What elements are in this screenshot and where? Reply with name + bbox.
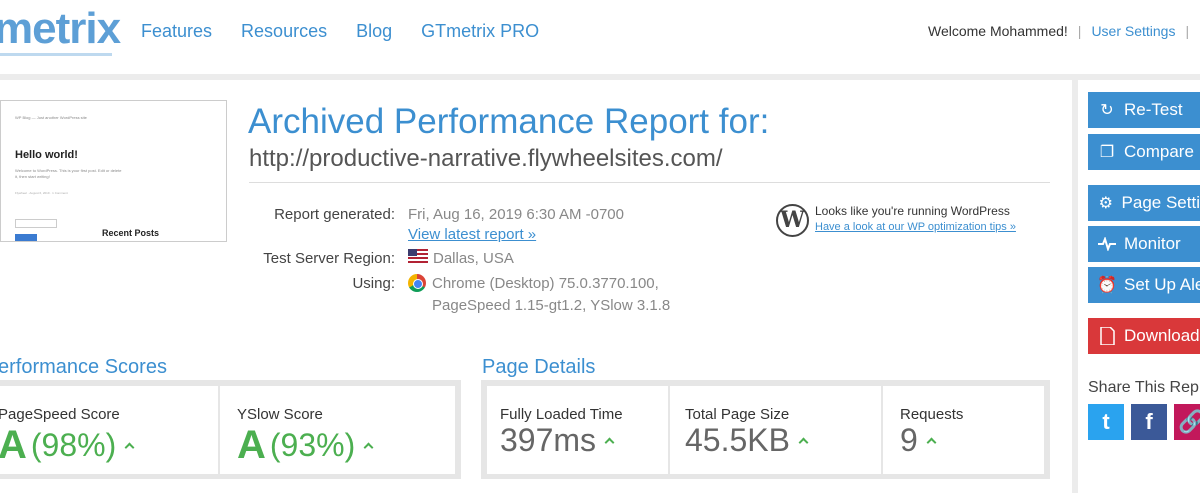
separator: | (1077, 23, 1082, 39)
requests-card[interactable]: Requests 9 (883, 386, 1044, 474)
share-report-title: Share This Rep (1088, 379, 1199, 396)
compare-button[interactable]: ❐ Compare (1088, 134, 1200, 170)
yslow-score-card[interactable]: YSlow Score A (93%) (220, 386, 455, 474)
wp-optimization-tips-link[interactable]: Have a look at our WP optimization tips … (815, 221, 1016, 233)
thumb-post-body: Welcome to WordPress. This is your first… (15, 168, 122, 179)
gtmetrix-logo[interactable]: metrix (0, 4, 121, 54)
nav-features[interactable]: Features (141, 21, 212, 42)
pagespeed-score-value: A (98%) (0, 423, 135, 468)
pagespeed-score-label: PageSpeed Score (0, 406, 120, 423)
caret-up-icon (926, 437, 937, 448)
total-page-size-value: 45.5KB (685, 422, 809, 459)
retest-button[interactable]: ↻ Re-Test (1088, 92, 1200, 128)
using-label: Using: (352, 275, 395, 292)
alarm-clock-icon: ⏰ (1097, 277, 1117, 294)
caret-up-icon (124, 442, 135, 453)
facebook-icon: f (1145, 409, 1153, 434)
main-nav: Features Resources Blog GTmetrix PRO (141, 21, 568, 42)
yslow-score-label: YSlow Score (237, 406, 323, 423)
generated-value: Fri, Aug 16, 2019 6:30 AM -0700 (408, 206, 624, 223)
welcome-text: Welcome Mohammed! (928, 23, 1068, 39)
pagespeed-grade: A (0, 423, 27, 467)
wordpress-icon: W (776, 204, 809, 237)
separator: | (1185, 23, 1190, 39)
yslow-score-value: A (93%) (237, 423, 374, 468)
gear-icon: ⚙ (1098, 195, 1113, 212)
wordpress-detected-text: Looks like you're running WordPress (815, 204, 1010, 218)
pulse-icon (1098, 235, 1116, 253)
report-url: http://productive-narrative.flywheelsite… (249, 145, 723, 172)
nav-resources[interactable]: Resources (241, 21, 327, 42)
twitter-share-button[interactable]: t (1088, 404, 1124, 440)
page-details-title: Page Details (482, 356, 596, 378)
link-share-button[interactable]: 🔗 (1174, 404, 1200, 440)
generated-label: Report generated: (274, 206, 395, 223)
caret-up-icon (604, 437, 615, 448)
fully-loaded-time-value: 397ms (500, 422, 615, 459)
fully-loaded-time-card[interactable]: Fully Loaded Time 397ms (487, 386, 668, 474)
pdf-icon (1098, 327, 1116, 345)
link-icon: 🔗 (1178, 409, 1200, 434)
set-up-alerts-button[interactable]: ⏰ Set Up Ale (1088, 267, 1200, 303)
page-screenshot-thumbnail[interactable]: WP Blog — Just another WordPress site He… (0, 100, 227, 242)
region-label: Test Server Region: (263, 250, 395, 267)
twitter-icon: t (1102, 409, 1110, 434)
compare-icon: ❐ (1099, 144, 1115, 161)
chrome-icon (408, 274, 426, 292)
logo-underline (0, 53, 112, 56)
top-bar: metrix Features Resources Blog GTmetrix … (0, 0, 1200, 74)
view-latest-report-link[interactable]: View latest report » (408, 226, 536, 243)
caret-up-icon (798, 437, 809, 448)
download-pdf-button[interactable]: Download (1088, 318, 1200, 354)
thumb-search-box (15, 219, 57, 228)
divider (249, 182, 1050, 183)
requests-label: Requests (900, 406, 964, 423)
us-flag-icon (408, 249, 428, 263)
region-value: Dallas, USA (433, 250, 514, 267)
pagespeed-percent: (98%) (30, 427, 117, 463)
thumb-search-button (15, 234, 37, 241)
thumb-recent-posts: Recent Posts (102, 228, 160, 238)
pagespeed-score-card[interactable]: PageSpeed Score A (98%) (0, 386, 218, 474)
yslow-grade: A (237, 423, 266, 467)
user-settings-link[interactable]: User Settings (1091, 23, 1175, 39)
nav-gtmetrix-pro[interactable]: GTmetrix PRO (421, 21, 539, 42)
caret-up-icon (363, 442, 374, 453)
user-menu: Welcome Mohammed! | User Settings | (928, 23, 1199, 39)
fully-loaded-time-label: Fully Loaded Time (500, 406, 623, 423)
monitor-button[interactable]: Monitor (1088, 226, 1200, 262)
refresh-icon: ↻ (1100, 102, 1114, 119)
total-page-size-label: Total Page Size (685, 406, 790, 423)
using-browser: Chrome (Desktop) 75.0.3770.100, (432, 275, 659, 292)
thumb-post-meta: Flywheel · August 6, 2019 · 1 Comment (15, 191, 68, 195)
requests-value: 9 (900, 422, 937, 459)
total-page-size-card[interactable]: Total Page Size 45.5KB (670, 386, 881, 474)
page-settings-button[interactable]: ⚙ Page Setti (1088, 185, 1200, 221)
performance-scores-title: erformance Scores (0, 356, 167, 378)
thumb-site-title: WP Blog — Just another WordPress site (15, 115, 87, 120)
facebook-share-button[interactable]: f (1131, 404, 1167, 440)
nav-blog[interactable]: Blog (356, 21, 392, 42)
using-versions: PageSpeed 1.15-gt1.2, YSlow 3.1.8 (432, 297, 671, 314)
report-title: Archived Performance Report for: (248, 102, 770, 141)
thumb-post-title: Hello world! (15, 149, 78, 161)
yslow-percent: (93%) (269, 427, 356, 463)
